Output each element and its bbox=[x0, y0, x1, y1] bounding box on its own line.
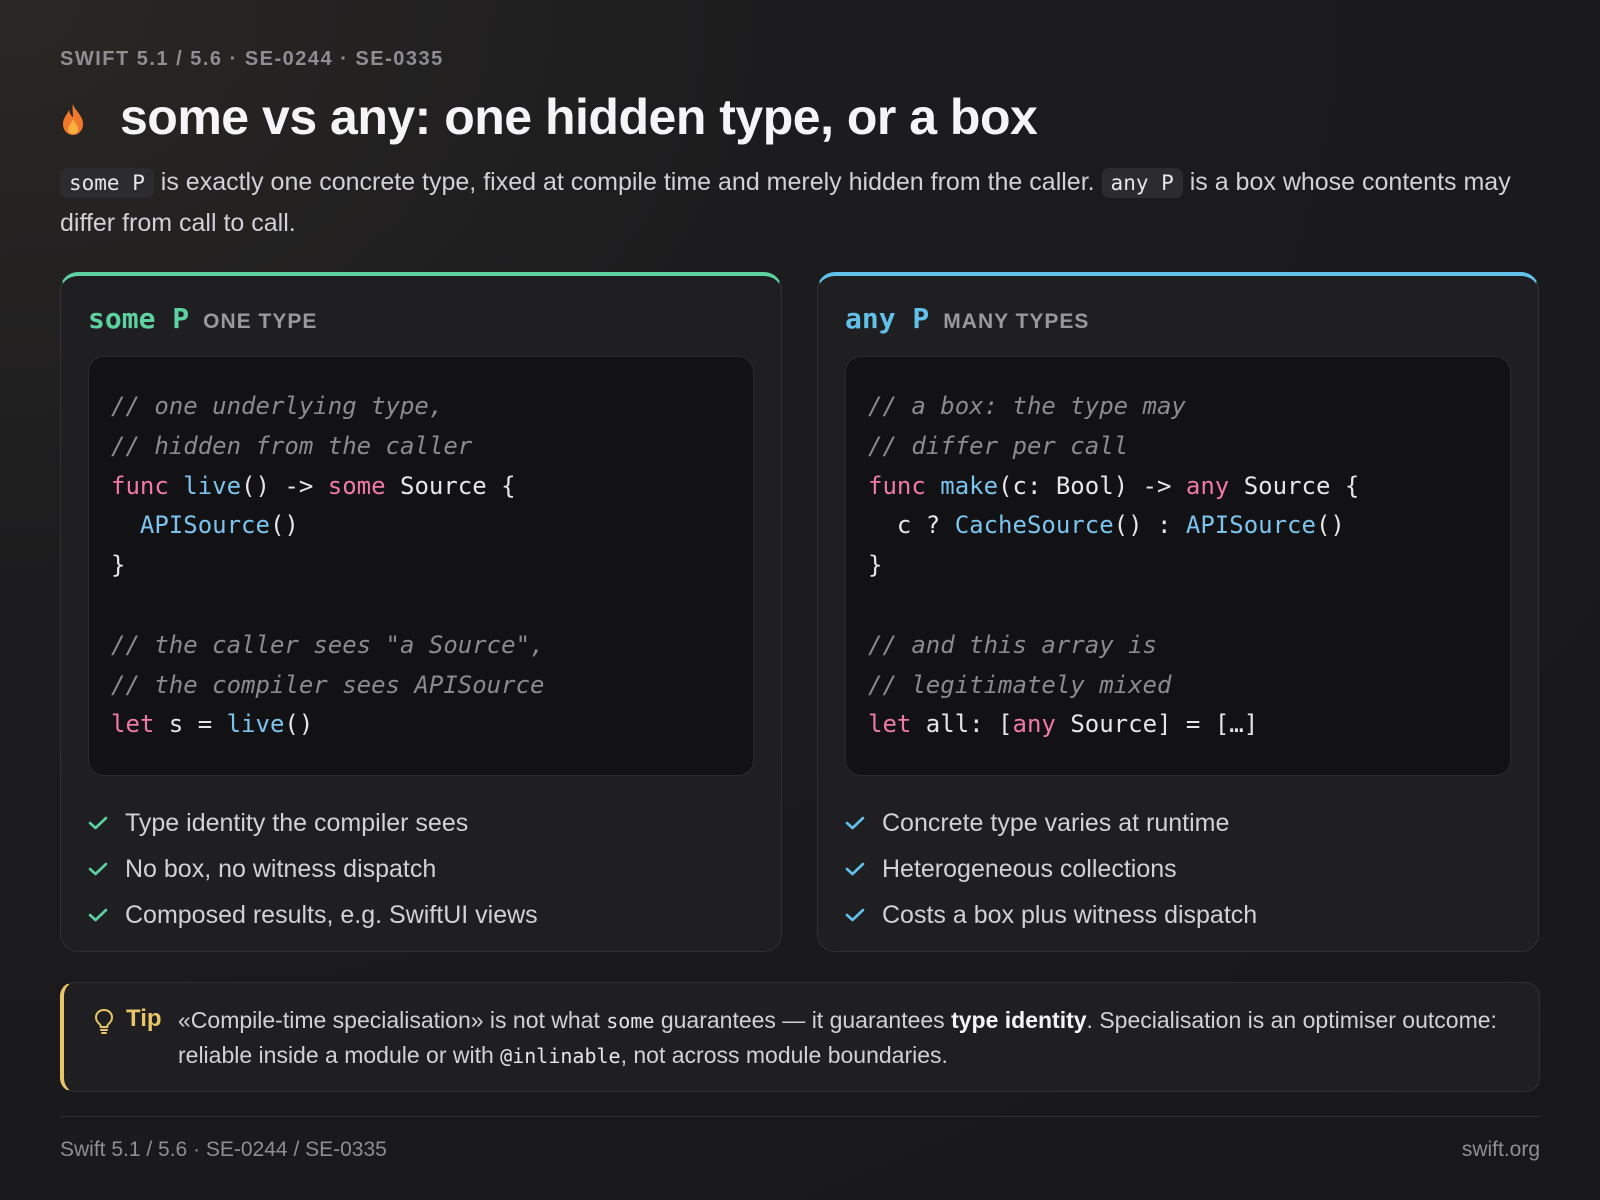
card-keyword: any P bbox=[845, 302, 930, 335]
flame-icon bbox=[63, 104, 83, 135]
check-list: Concrete type varies at runtime Heteroge… bbox=[845, 800, 1257, 938]
code-comment: // a box: the type may bbox=[868, 392, 1186, 420]
check-icon bbox=[88, 816, 108, 830]
code-text: } bbox=[111, 551, 126, 580]
list-item-label: Costs a box plus witness dispatch bbox=[882, 900, 1258, 929]
list-item: No box, no witness dispatch bbox=[88, 846, 538, 892]
tip-text-part: , not across module boundaries. bbox=[620, 1042, 948, 1068]
code-keyword: any bbox=[1012, 710, 1056, 739]
tip-text-part: «Compile-time specialisation» is not wha… bbox=[178, 1007, 607, 1033]
card-header: any P MANY TYPES bbox=[845, 302, 1089, 335]
page-title: some vs any: one hidden type, or a box bbox=[120, 89, 1038, 145]
list-item: Concrete type varies at runtime bbox=[845, 800, 1257, 846]
code-text: Source { bbox=[1229, 471, 1360, 500]
code-comment: // legitimately mixed bbox=[868, 670, 1172, 699]
code-block: // one underlying type, // hidden from t… bbox=[88, 356, 754, 776]
check-icon bbox=[88, 908, 108, 922]
code-keyword: func bbox=[868, 471, 926, 500]
list-item-label: No box, no witness dispatch bbox=[125, 854, 437, 883]
code-text: (c: Bool) -> bbox=[998, 471, 1186, 500]
list-item-label: Concrete type varies at runtime bbox=[882, 808, 1230, 837]
list-item: Type identity the compiler sees bbox=[88, 800, 538, 846]
check-icon bbox=[845, 816, 865, 830]
list-item-label: Type identity the compiler sees bbox=[125, 808, 469, 837]
eyebrow: SWIFT 5.1 / 5.6 · SE-0244 · SE-0335 bbox=[60, 48, 444, 70]
code-function: CacheSource bbox=[954, 511, 1114, 540]
check-list: Type identity the compiler sees No box, … bbox=[88, 800, 538, 938]
card-header: some P ONE TYPE bbox=[88, 302, 317, 335]
tip-text: «Compile-time specialisation» is not wha… bbox=[178, 1003, 1508, 1073]
tip-label: Tip bbox=[126, 1005, 162, 1032]
code-keyword: func bbox=[111, 471, 169, 500]
code-comment: // the compiler sees APISource bbox=[111, 670, 545, 699]
check-icon bbox=[845, 908, 865, 922]
tip-emphasis: type identity bbox=[951, 1007, 1087, 1033]
lead-paragraph: some P is exactly one concrete type, fix… bbox=[60, 162, 1540, 243]
lightbulb-icon bbox=[94, 1008, 114, 1034]
list-item: Heterogeneous collections bbox=[845, 846, 1257, 892]
code-text: Source] = […] bbox=[1055, 710, 1259, 739]
code-chip-some: some P bbox=[60, 168, 154, 198]
card-subtitle: MANY TYPES bbox=[943, 310, 1090, 333]
card-subtitle: ONE TYPE bbox=[203, 310, 318, 333]
lead-text-1: is exactly one concrete type, fixed at c… bbox=[153, 168, 1102, 196]
code-keyword: any bbox=[1185, 471, 1230, 500]
code-function: make bbox=[940, 471, 999, 500]
inline-code: @inlinable bbox=[500, 1044, 621, 1068]
code-text: Source { bbox=[385, 471, 516, 500]
code-text: } bbox=[868, 551, 883, 580]
code-text: () bbox=[1315, 511, 1345, 540]
list-item-label: Heterogeneous collections bbox=[882, 854, 1177, 883]
tip-text-part: guarantees — it guarantees bbox=[654, 1007, 952, 1033]
code-comment: // the caller sees "a Source", bbox=[111, 630, 545, 659]
code-comment: // differ per call bbox=[868, 431, 1129, 460]
code-block: // a box: the type may // differ per cal… bbox=[845, 356, 1511, 776]
code-keyword: let bbox=[111, 710, 155, 739]
code-function: live bbox=[183, 471, 242, 500]
code-text: () bbox=[284, 710, 314, 739]
footer-divider bbox=[60, 1116, 1540, 1117]
list-item: Composed results, e.g. SwiftUI views bbox=[88, 892, 538, 938]
code-text: () bbox=[269, 511, 299, 540]
code-text: all: [ bbox=[911, 710, 1013, 739]
footer-link[interactable]: swift.org bbox=[1462, 1138, 1540, 1162]
code-text: () : bbox=[1113, 511, 1186, 540]
code-comment: // one underlying type, bbox=[111, 392, 444, 420]
check-icon bbox=[88, 862, 108, 876]
footer-meta: Swift 5.1 / 5.6 · SE-0244 / SE-0335 bbox=[60, 1138, 387, 1161]
list-item: Costs a box plus witness dispatch bbox=[845, 892, 1257, 938]
code-function: live bbox=[226, 710, 285, 739]
card-keyword: some P bbox=[88, 302, 190, 335]
card-some: some P ONE TYPE // one underlying type, … bbox=[60, 272, 782, 952]
code-function: APISource bbox=[139, 511, 270, 540]
tip-callout: Tip «Compile-time specialisation» is not… bbox=[60, 982, 1540, 1092]
title-row: some vs any: one hidden type, or a box bbox=[60, 88, 1038, 146]
check-icon bbox=[845, 862, 865, 876]
code-function: APISource bbox=[1185, 511, 1316, 540]
code-keyword: some bbox=[327, 471, 386, 500]
code-text: s = bbox=[154, 710, 227, 739]
code-text: c ? bbox=[868, 511, 955, 540]
card-any: any P MANY TYPES // a box: the type may … bbox=[817, 272, 1539, 952]
code-comment: // hidden from the caller bbox=[111, 431, 473, 460]
code-chip-any: any P bbox=[1101, 168, 1183, 198]
code-keyword: let bbox=[868, 710, 912, 739]
code-text: () -> bbox=[241, 471, 328, 500]
code-comment: // and this array is bbox=[868, 630, 1157, 659]
inline-code: some bbox=[606, 1009, 655, 1033]
list-item-label: Composed results, e.g. SwiftUI views bbox=[125, 900, 538, 929]
